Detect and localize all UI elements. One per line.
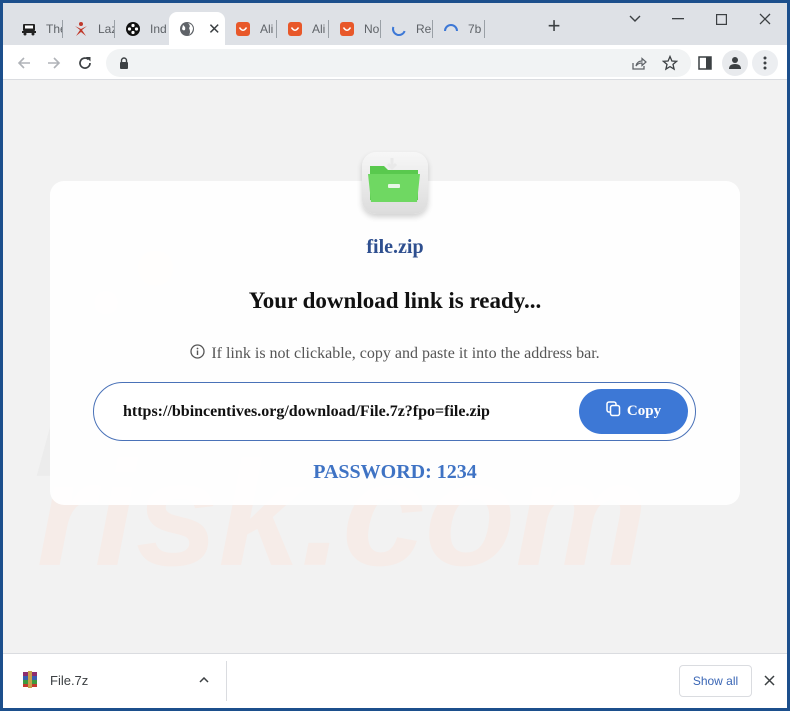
aliexpress-icon [235, 21, 251, 37]
file-name: file.zip [366, 236, 424, 258]
loading-spinner-icon [443, 21, 459, 37]
tab-active[interactable]: ✕ [169, 12, 225, 45]
menu-kebab-icon[interactable] [752, 50, 778, 76]
reload-icon[interactable] [73, 51, 97, 75]
red-figure-icon [73, 21, 89, 37]
copy-button[interactable]: Copy [579, 389, 688, 434]
hint-text: If link is not clickable, copy and paste… [211, 345, 600, 362]
download-link[interactable]: https://bbincentives.org/download/File.7… [123, 403, 490, 421]
globe-icon [179, 21, 195, 37]
download-file-name: File.7z [50, 673, 89, 688]
maximize-icon[interactable] [709, 9, 733, 29]
tab-separator [484, 20, 485, 38]
tab-search-icon[interactable] [623, 9, 647, 29]
hint-text-row: If link is not clickable, copy and paste… [3, 344, 787, 364]
bookmark-star-icon[interactable] [661, 54, 679, 72]
copy-button-label: Copy [626, 403, 662, 419]
tab-strip: The Laz Ind ✕ Ali [3, 3, 787, 45]
folder-download-icon [362, 152, 428, 214]
page-content: risk.com file.zip Your download link is … [3, 80, 787, 653]
profile-avatar-icon[interactable] [722, 50, 748, 76]
tab-5[interactable]: Ali [225, 12, 277, 45]
minimize-icon[interactable] [666, 9, 690, 29]
chevron-up-icon[interactable] [194, 670, 214, 690]
download-separator [226, 661, 227, 701]
tab-close-icon[interactable]: ✕ [208, 20, 221, 38]
tab-7[interactable]: No [329, 12, 381, 45]
close-download-bar-icon[interactable] [760, 671, 778, 689]
tab-8[interactable]: Re [381, 12, 433, 45]
tab-title: Ali [260, 21, 274, 36]
aliexpress-icon [339, 21, 355, 37]
tab-9[interactable]: 7b [433, 12, 485, 45]
toolbar [3, 45, 787, 80]
tab-title: Ind [150, 21, 166, 36]
info-icon [190, 344, 205, 364]
show-all-button[interactable]: Show all [679, 665, 752, 697]
download-bar: File.7z Show all [3, 653, 787, 708]
tab-title: Re [416, 21, 432, 36]
tab-title: The [46, 21, 62, 36]
forward-icon[interactable] [42, 51, 66, 75]
tab-6[interactable]: Ali [277, 12, 329, 45]
password-text: PASSWORD: 1234 [313, 461, 477, 483]
film-reel-icon [125, 21, 141, 37]
page-headline: Your download link is ready... [248, 288, 542, 313]
vintage-car-icon [21, 21, 37, 37]
copy-icon [606, 401, 621, 422]
tab-1[interactable]: The [11, 12, 63, 45]
new-tab-button[interactable]: + [544, 15, 564, 38]
download-card [50, 181, 740, 505]
address-bar[interactable] [106, 49, 691, 77]
aliexpress-icon [287, 21, 303, 37]
tab-title: No [364, 21, 380, 36]
back-icon[interactable] [12, 51, 36, 75]
archive-file-icon [22, 671, 38, 688]
tab-2[interactable]: Laz [63, 12, 115, 45]
tab-title: 7b [468, 21, 482, 36]
browser-window: The Laz Ind ✕ Ali [3, 3, 787, 708]
share-icon[interactable] [630, 54, 648, 72]
download-link-field[interactable]: https://bbincentives.org/download/File.7… [93, 382, 696, 441]
download-item[interactable]: File.7z [3, 654, 226, 708]
loading-spinner-icon [391, 21, 407, 37]
window-close-icon[interactable] [753, 9, 777, 29]
tab-title: Laz [98, 21, 114, 36]
lock-icon[interactable] [115, 54, 133, 72]
side-panel-icon[interactable] [692, 50, 718, 76]
tab-title: Ali [312, 21, 326, 36]
tab-3[interactable]: Ind [115, 12, 167, 45]
